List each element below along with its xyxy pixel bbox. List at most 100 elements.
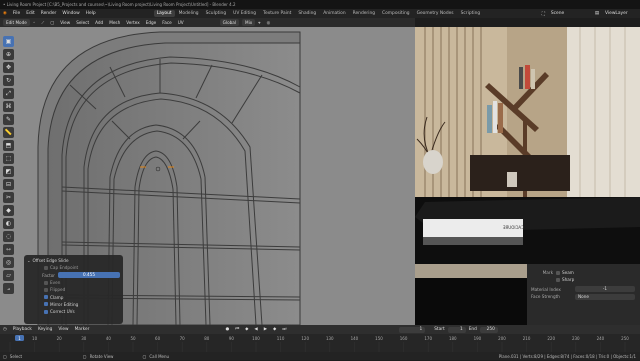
tab-sculpting[interactable]: Sculpting bbox=[203, 10, 230, 17]
menu-add[interactable]: Add bbox=[92, 20, 106, 25]
checkbox-checked-icon[interactable] bbox=[44, 309, 48, 314]
select-box-icon[interactable]: ▣ bbox=[3, 36, 14, 47]
knife-icon[interactable]: ✂ bbox=[3, 192, 14, 203]
option-even[interactable]: Even bbox=[27, 279, 120, 286]
operator-title-row[interactable]: ⌄ Offset Edge Slide bbox=[27, 257, 120, 264]
prev-key-icon[interactable]: ◆ bbox=[242, 327, 251, 332]
tab-compositing[interactable]: Compositing bbox=[379, 10, 413, 17]
tab-uv-editing[interactable]: UV Editing bbox=[230, 10, 259, 17]
material-index-label: Material Index bbox=[531, 286, 561, 292]
measure-icon[interactable]: 📏 bbox=[3, 127, 14, 138]
orientation-selector[interactable]: Global bbox=[219, 19, 240, 26]
checkbox-checked-icon[interactable] bbox=[44, 295, 48, 300]
snap-icon[interactable]: ⌖ bbox=[255, 20, 263, 25]
option-correct-uvs[interactable]: Correct UVs bbox=[27, 308, 120, 315]
timeline-editor-icon[interactable]: ◷ bbox=[0, 327, 10, 332]
menu-view-timeline[interactable]: View bbox=[55, 327, 71, 332]
edge-slide-icon[interactable]: ⇿ bbox=[3, 244, 14, 255]
move-icon[interactable]: ✥ bbox=[3, 62, 14, 73]
poly-build-icon[interactable]: ◆ bbox=[3, 205, 14, 216]
proportional-edit-icon[interactable]: ◎ bbox=[264, 20, 274, 25]
menu-select[interactable]: Select bbox=[73, 20, 92, 25]
timeline-tick-label: 50 bbox=[130, 336, 136, 341]
sharp-checkbox-icon[interactable] bbox=[556, 277, 560, 282]
menu-vertex[interactable]: Vertex bbox=[123, 20, 142, 25]
menu-help[interactable]: Help bbox=[83, 11, 99, 16]
option-flipped[interactable]: Flipped bbox=[27, 286, 120, 293]
cursor-icon[interactable]: ⊕ bbox=[3, 49, 14, 60]
start-frame-field[interactable]: 1 bbox=[447, 326, 466, 333]
edge-select-icon[interactable]: ⟋ bbox=[38, 20, 47, 25]
sharp-label: Sharp bbox=[562, 277, 575, 283]
checkbox-icon[interactable] bbox=[44, 287, 48, 292]
mode-selector[interactable]: Edit Mode bbox=[3, 19, 30, 26]
tab-texture-paint[interactable]: Texture Paint bbox=[260, 10, 294, 17]
checkbox-icon[interactable] bbox=[44, 265, 48, 270]
bevel-icon[interactable]: ◩ bbox=[3, 166, 14, 177]
menu-render[interactable]: Render bbox=[38, 11, 60, 16]
menu-file[interactable]: File bbox=[10, 11, 23, 16]
menu-view[interactable]: View bbox=[57, 20, 73, 25]
menu-edit[interactable]: Edit bbox=[23, 11, 38, 16]
option-clamp[interactable]: Clamp bbox=[27, 293, 120, 300]
inset-icon[interactable]: ⬚ bbox=[3, 153, 14, 164]
transform-icon[interactable]: ⌘ bbox=[3, 101, 14, 112]
tab-rendering[interactable]: Rendering bbox=[350, 10, 378, 17]
tab-animation[interactable]: Animation bbox=[320, 10, 348, 17]
seam-checkbox-icon[interactable] bbox=[556, 270, 560, 275]
menu-face[interactable]: Face bbox=[159, 20, 174, 25]
tab-scripting[interactable]: Scripting bbox=[458, 10, 484, 17]
checkbox-icon[interactable] bbox=[44, 280, 48, 285]
menu-keying[interactable]: Keying bbox=[35, 327, 55, 332]
shrink-fatten-icon[interactable]: ◎ bbox=[3, 257, 14, 268]
factor-slider[interactable]: 0.455 bbox=[58, 272, 120, 279]
play-icon[interactable]: ▶ bbox=[261, 327, 270, 332]
record-icon[interactable]: ● bbox=[222, 327, 232, 332]
loop-cut-icon[interactable]: ⊟ bbox=[3, 179, 14, 190]
end-frame-field[interactable]: 250 bbox=[479, 326, 498, 333]
view-layer-selector[interactable]: ViewLayer bbox=[602, 11, 640, 16]
timeline-header: ◷ Playback Keying View Marker ● ⏮ ◆ ◀ ▶ … bbox=[0, 325, 640, 334]
menu-uv[interactable]: UV bbox=[175, 20, 187, 25]
current-frame-field[interactable]: 1 bbox=[399, 326, 426, 333]
tab-layout[interactable]: Layout bbox=[153, 10, 175, 17]
menu-mesh[interactable]: Mesh bbox=[106, 20, 123, 25]
menu-playback[interactable]: Playback bbox=[10, 327, 35, 332]
option-cap-endpoint[interactable]: Cap Endpoint bbox=[27, 264, 120, 271]
scene-selector[interactable]: Scene bbox=[548, 11, 592, 16]
jump-end-icon[interactable]: ⏭ bbox=[279, 327, 289, 332]
operator-redo-panel[interactable]: ⌄ Offset Edge Slide Cap Endpoint Factor … bbox=[24, 255, 123, 324]
face-strength-selector[interactable]: None bbox=[575, 293, 635, 300]
next-key-icon[interactable]: ◆ bbox=[270, 327, 279, 332]
vertex-select-icon[interactable]: ◦ bbox=[30, 20, 38, 25]
blender-logo-icon[interactable]: ◉ bbox=[0, 11, 10, 16]
factor-row: Factor 0.455 bbox=[27, 272, 120, 279]
timeline-tick-label: 170 bbox=[424, 336, 432, 341]
shear-icon[interactable]: ▱ bbox=[3, 270, 14, 281]
material-index-field[interactable]: -1 bbox=[575, 286, 635, 293]
pivot-selector[interactable]: Mix bbox=[242, 19, 256, 26]
tab-shading[interactable]: Shading bbox=[295, 10, 319, 17]
jump-start-icon[interactable]: ⏮ bbox=[232, 327, 242, 332]
menu-marker[interactable]: Marker bbox=[72, 327, 93, 332]
extrude-icon[interactable]: ⬒ bbox=[3, 140, 14, 151]
scale-icon[interactable]: ⤢ bbox=[3, 88, 14, 99]
menu-window[interactable]: Window bbox=[59, 11, 82, 16]
collapse-icon[interactable]: ⌄ bbox=[27, 258, 31, 263]
option-label: Correct UVs bbox=[50, 309, 75, 315]
timeline-tick-label: 190 bbox=[474, 336, 482, 341]
rip-icon[interactable]: ⟓ bbox=[3, 283, 14, 294]
face-select-icon[interactable]: ▢ bbox=[47, 20, 57, 25]
smooth-icon[interactable]: ◌ bbox=[3, 231, 14, 242]
tab-modeling[interactable]: Modeling bbox=[176, 10, 202, 17]
option-mirror-editing[interactable]: Mirror Editing bbox=[27, 301, 120, 308]
scene-icon: ⛶ bbox=[541, 11, 545, 17]
timeline-tick-label: 100 bbox=[252, 336, 260, 341]
spin-icon[interactable]: ◐ bbox=[3, 218, 14, 229]
annotate-icon[interactable]: ✎ bbox=[3, 114, 14, 125]
rotate-icon[interactable]: ↻ bbox=[3, 75, 14, 86]
menu-edge[interactable]: Edge bbox=[143, 20, 160, 25]
tab-geometry-nodes[interactable]: Geometry Nodes bbox=[414, 10, 457, 17]
checkbox-checked-icon[interactable] bbox=[44, 302, 48, 307]
play-reverse-icon[interactable]: ◀ bbox=[251, 327, 260, 332]
